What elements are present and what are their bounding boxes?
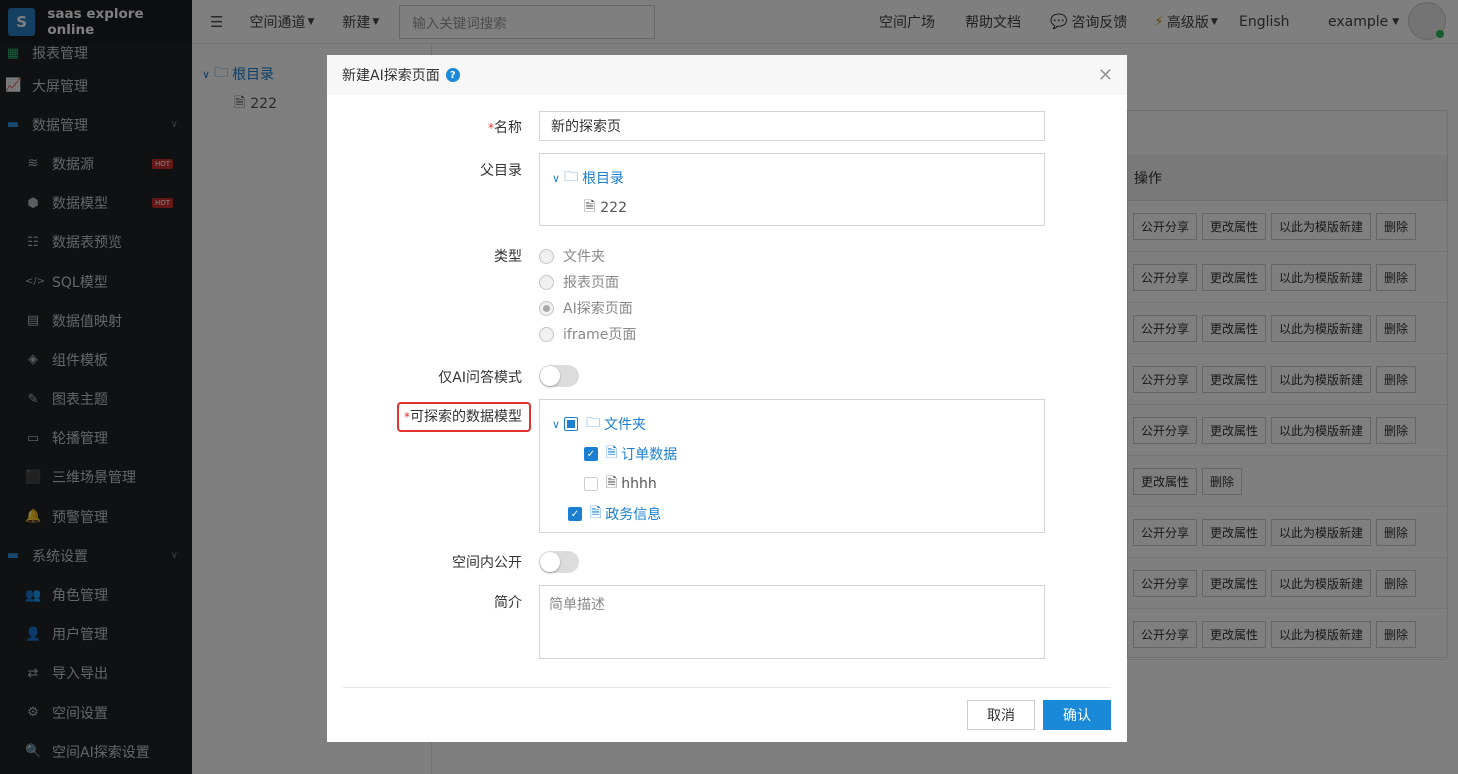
model-tree-item[interactable]: 🗎 hhhh (584, 472, 657, 496)
parent-child-label: 222 (600, 200, 627, 216)
models-label-text: 可探索的数据模型 (410, 409, 522, 425)
file-icon: 🗎 (584, 199, 596, 215)
parent-directory-tree: ∨ 🗀 根目录 🗎 222 (539, 153, 1045, 226)
model-item-label: hhhh (621, 476, 657, 492)
model-item-label: 订单数据 (621, 447, 678, 463)
type-label: 类型 (494, 249, 522, 265)
desc-label: 简介 (494, 595, 522, 611)
radio-button[interactable] (539, 326, 554, 342)
chevron-down-icon: ∨ (552, 171, 561, 185)
ai-only-toggle[interactable] (539, 365, 579, 387)
type-option[interactable]: 文件夹 (539, 246, 605, 266)
type-option-label: iframe页面 (563, 327, 637, 343)
dialog-title: 新建AI探索页面 (342, 68, 440, 84)
file-icon: 🗎 (590, 505, 602, 521)
parent-tree-node[interactable]: 🗎 222 (584, 196, 627, 220)
footer-divider (343, 687, 1111, 688)
ai-only-label: 仅AI问答模式 (438, 370, 522, 386)
model-tree-item[interactable]: ✓ 🗎 政务信息 (568, 502, 661, 526)
unchecked-checkbox[interactable] (584, 477, 598, 491)
chevron-down-icon: ∨ (552, 417, 561, 431)
type-option-label: AI探索页面 (563, 301, 633, 317)
confirm-button[interactable]: 确认 (1043, 700, 1111, 730)
name-label: *名称 (488, 117, 522, 137)
type-option[interactable]: iframe页面 (539, 324, 636, 344)
radio-button[interactable] (539, 274, 554, 290)
cancel-button[interactable]: 取消 (967, 700, 1035, 730)
type-option-label: 报表页面 (563, 275, 619, 291)
type-option[interactable]: AI探索页面 (539, 298, 633, 318)
model-folder-label: 文件夹 (604, 417, 647, 433)
radio-button[interactable] (539, 300, 554, 316)
model-tree-folder[interactable]: ∨ 🗀 文件夹 (552, 412, 646, 436)
dialog-header: 新建AI探索页面 ? ✕ (327, 55, 1127, 95)
type-option-label: 文件夹 (563, 249, 605, 265)
model-item-label: 政务信息 (605, 507, 662, 523)
close-icon[interactable]: ✕ (1098, 65, 1113, 86)
public-label: 空间内公开 (452, 555, 522, 571)
public-toggle[interactable] (539, 551, 579, 573)
help-icon[interactable]: ? (445, 68, 460, 82)
name-label-text: 名称 (494, 120, 522, 136)
checked-checkbox[interactable]: ✓ (568, 507, 582, 521)
type-option[interactable]: 报表页面 (539, 272, 619, 292)
file-icon: 🗎 (606, 445, 618, 461)
partial-checkbox[interactable] (564, 417, 579, 431)
parent-root-label: 根目录 (582, 171, 625, 187)
checked-checkbox[interactable]: ✓ (584, 447, 598, 461)
file-icon: 🗎 (606, 475, 618, 491)
radio-button[interactable] (539, 248, 554, 264)
models-label: *可探索的数据模型 (404, 406, 522, 426)
name-input[interactable]: 新的探索页 (539, 111, 1045, 141)
description-textarea[interactable]: 简单描述 (539, 585, 1045, 659)
parent-tree-root[interactable]: ∨ 🗀 根目录 (552, 166, 624, 190)
folder-icon: 🗀 (564, 169, 579, 185)
model-tree-item[interactable]: ✓ 🗎 订单数据 (584, 442, 677, 466)
folder-icon: 🗀 (586, 415, 601, 431)
parent-label: 父目录 (480, 163, 522, 179)
data-model-tree: ∨ 🗀 文件夹 ✓ 🗎 订单数据 🗎 hhhh ✓ 🗎 政务信息 (539, 399, 1045, 533)
new-ai-page-dialog: 新建AI探索页面 ? ✕ *名称 新的探索页 父目录 ∨ 🗀 根目录 🗎 222… (327, 55, 1127, 742)
